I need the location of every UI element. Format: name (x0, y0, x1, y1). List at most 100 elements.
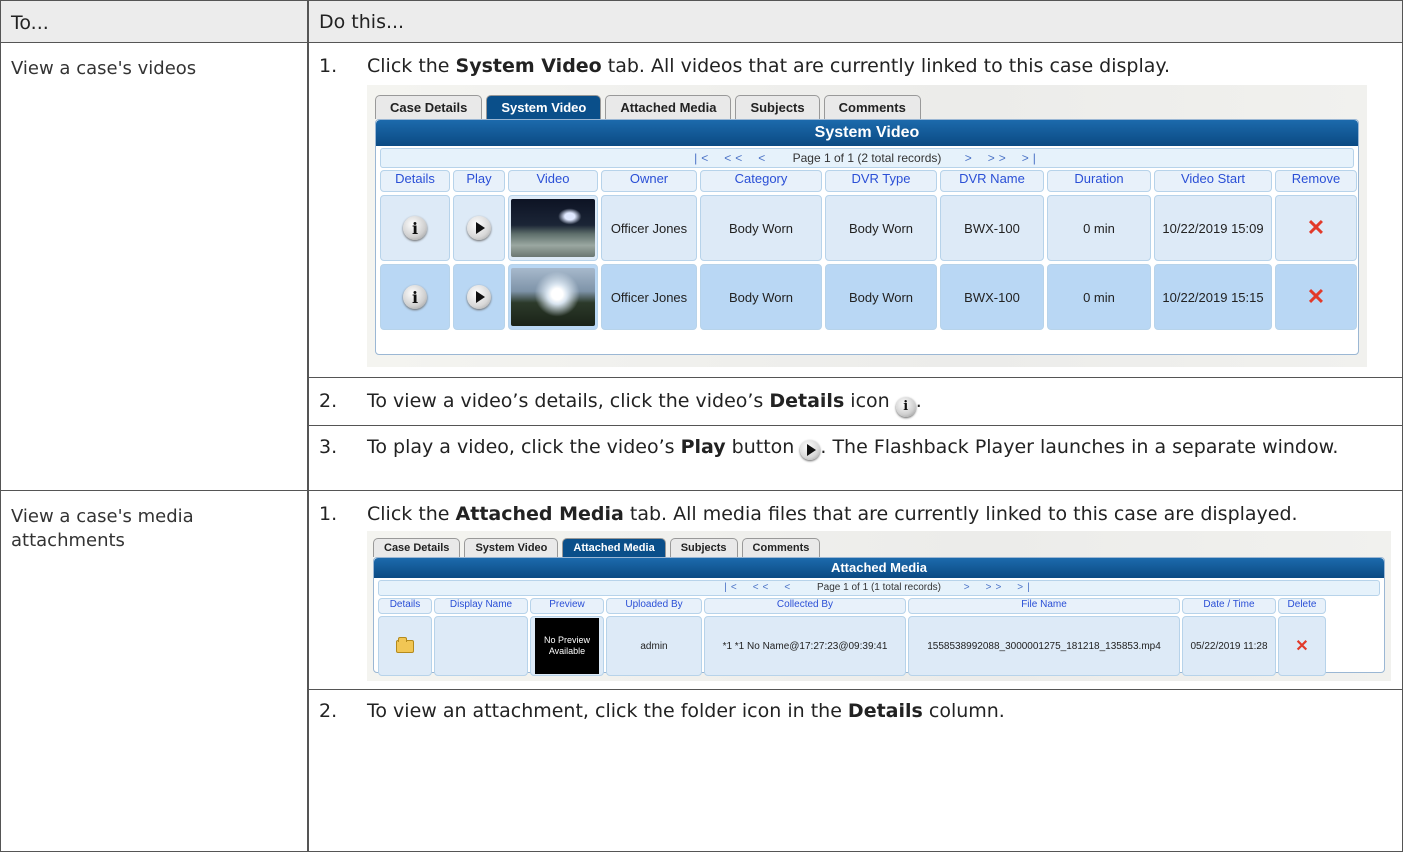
tab-subjects[interactable]: Subjects (735, 95, 820, 119)
col-dvr-type[interactable]: DVR Type (825, 170, 937, 192)
video-grid: Details Play Video Owner Category DVR Ty… (376, 170, 1358, 330)
video-thumbnail[interactable] (511, 268, 595, 326)
remove-icon[interactable]: ✕ (1307, 284, 1325, 310)
folder-icon[interactable] (396, 636, 414, 653)
pager-prev-prev-icon[interactable]: << (753, 582, 773, 593)
table-row-play-cell (453, 264, 505, 330)
system-video-screenshot: Case Details System Video Attached Media… (367, 85, 1367, 367)
collected-by-cell: *1 *1 No Name@17:27:23@09:39:41 (704, 616, 906, 676)
panel-title: Attached Media (374, 558, 1384, 578)
col-video[interactable]: Video (508, 170, 598, 192)
pager-text: Page 1 of 1 (1 total records) (817, 582, 941, 593)
col-display-name[interactable]: Display Name (434, 598, 528, 614)
info-icon[interactable]: i (403, 285, 427, 309)
play-icon (800, 440, 821, 460)
col-dvr-name[interactable]: DVR Name (940, 170, 1044, 192)
case-tabs: Case Details System Video Attached Media… (373, 535, 1385, 557)
pager-next-next-icon[interactable]: >> (986, 582, 1006, 593)
step-2: 2. To view an attachment, click the fold… (319, 700, 1005, 722)
col-details[interactable]: Details (378, 598, 432, 614)
dvr-type-cell: Body Worn (825, 264, 937, 330)
col-date-time[interactable]: Date / Time (1182, 598, 1276, 614)
dvr-name-cell: BWX-100 (940, 195, 1044, 261)
dvr-name-cell: BWX-100 (940, 264, 1044, 330)
system-video-panel: System Video |< << < Page 1 of 1 (2 total … (375, 119, 1359, 355)
panel-title: System Video (376, 120, 1358, 146)
display-name-cell (434, 616, 528, 676)
uploaded-by-cell: admin (606, 616, 702, 676)
info-icon[interactable]: i (403, 216, 427, 240)
tab-case-details[interactable]: Case Details (375, 95, 483, 119)
col-category[interactable]: Category (700, 170, 822, 192)
pager-next-icon[interactable]: > (965, 151, 976, 165)
task-steps: 1. Click the Attached Media tab. All med… (309, 491, 1402, 851)
pager: |< << < Page 1 of 1 (1 total records) > >> >… (378, 580, 1380, 596)
procedure-table: To... Do this... View a case's videos 1.… (0, 0, 1403, 852)
col-remove[interactable]: Remove (1275, 170, 1357, 192)
tab-comments[interactable]: Comments (823, 95, 921, 119)
tab-system-video[interactable]: System Video (464, 538, 559, 557)
pager-text: Page 1 of 1 (2 total records) (792, 151, 942, 165)
attached-media-panel: Attached Media |< << < Page 1 of 1 (1 tota… (373, 557, 1385, 676)
pager-first-icon[interactable]: |< (694, 151, 712, 165)
dvr-type-cell: Body Worn (825, 195, 937, 261)
table-row-media: View a case's media attachments 1. Click… (1, 491, 1402, 851)
date-time-cell: 05/22/2019 11:28 (1182, 616, 1276, 676)
col-duration[interactable]: Duration (1047, 170, 1151, 192)
col-preview[interactable]: Preview (530, 598, 604, 614)
tab-attached-media[interactable]: Attached Media (562, 538, 666, 557)
col-file-name[interactable]: File Name (908, 598, 1180, 614)
col-collected-by[interactable]: Collected By (704, 598, 906, 614)
owner-cell: Officer Jones (601, 264, 697, 330)
play-icon[interactable] (467, 285, 491, 309)
col-video-start[interactable]: Video Start (1154, 170, 1272, 192)
delete-icon[interactable]: ✕ (1295, 636, 1308, 656)
table-row-details-cell (378, 616, 432, 676)
col-delete[interactable]: Delete (1278, 598, 1326, 614)
tab-case-details[interactable]: Case Details (373, 538, 461, 557)
preview-placeholder: No Preview Available (535, 618, 599, 674)
col-uploaded-by[interactable]: Uploaded By (606, 598, 702, 614)
pager-next-next-icon[interactable]: >> (988, 151, 1010, 165)
task-steps: 1. Click the System Video tab. All video… (309, 43, 1402, 490)
video-start-cell: 10/22/2019 15:09 (1154, 195, 1272, 261)
remove-cell: ✕ (1275, 264, 1357, 330)
file-name-cell: 1558538992088_3000001275_181218_135853.m… (908, 616, 1180, 676)
header-do-this: Do this... (319, 11, 405, 33)
table-row-video-cell (508, 264, 598, 330)
pager-prev-icon[interactable]: < (758, 151, 769, 165)
case-tabs: Case Details System Video Attached Media… (375, 91, 1359, 119)
video-start-cell: 10/22/2019 15:15 (1154, 264, 1272, 330)
task-label: View a case's videos (1, 43, 309, 490)
step-1: 1. Click the Attached Media tab. All med… (319, 503, 1298, 525)
tab-attached-media[interactable]: Attached Media (605, 95, 732, 119)
col-details[interactable]: Details (380, 170, 450, 192)
pager: |< << < Page 1 of 1 (2 total records) > >> >… (380, 148, 1354, 168)
play-icon[interactable] (467, 216, 491, 240)
col-owner[interactable]: Owner (601, 170, 697, 192)
tab-comments[interactable]: Comments (741, 538, 821, 557)
owner-cell: Officer Jones (601, 195, 697, 261)
media-grid: Details Display Name Preview Uploaded By… (374, 598, 1384, 676)
header-to: To... (1, 1, 309, 42)
duration-cell: 0 min (1047, 264, 1151, 330)
pager-next-icon[interactable]: > (964, 582, 974, 593)
col-play[interactable]: Play (453, 170, 505, 192)
pager-first-icon[interactable]: |< (724, 582, 740, 593)
info-icon: i (895, 397, 916, 417)
table-row-details-cell: i (380, 264, 450, 330)
pager-last-icon[interactable]: >| (1022, 151, 1040, 165)
video-thumbnail[interactable] (511, 199, 595, 257)
table-row-details-cell: i (380, 195, 450, 261)
table-row-videos: View a case's videos 1. Click the System… (1, 43, 1402, 491)
attached-media-screenshot: Case Details System Video Attached Media… (367, 531, 1391, 681)
pager-prev-prev-icon[interactable]: << (724, 151, 746, 165)
pager-last-icon[interactable]: >| (1017, 582, 1033, 593)
remove-icon[interactable]: ✕ (1307, 215, 1325, 241)
tab-subjects[interactable]: Subjects (669, 538, 738, 557)
preview-cell: No Preview Available (530, 616, 604, 676)
pager-prev-icon[interactable]: < (784, 582, 794, 593)
tab-system-video[interactable]: System Video (486, 95, 602, 119)
remove-cell: ✕ (1275, 195, 1357, 261)
category-cell: Body Worn (700, 264, 822, 330)
